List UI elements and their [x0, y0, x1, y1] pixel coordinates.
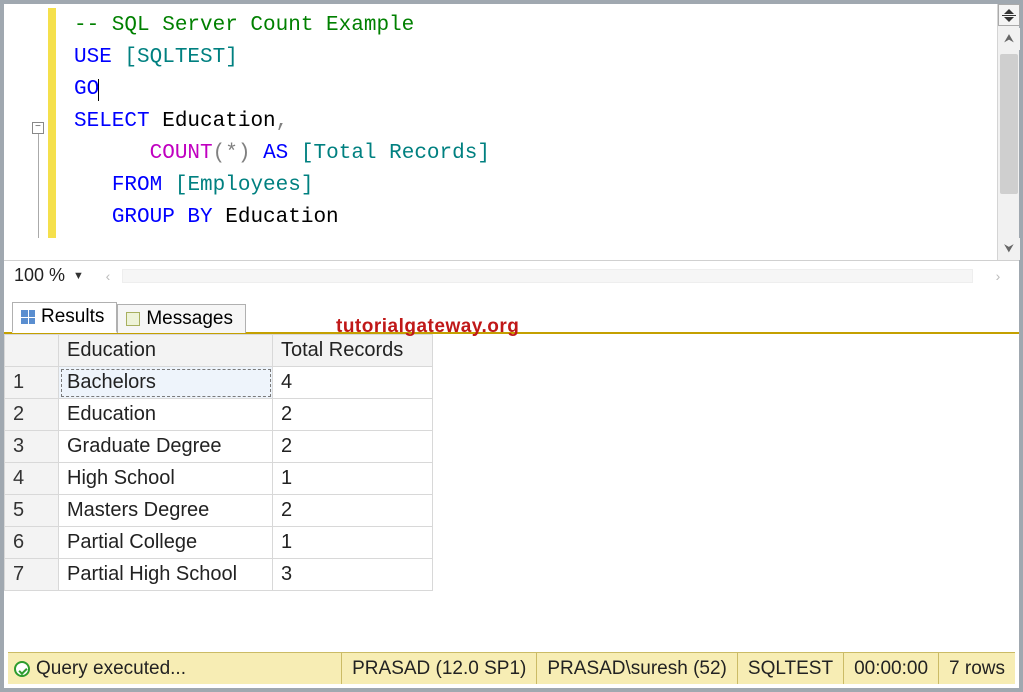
status-exec: Query executed...	[8, 653, 196, 684]
rownum-cell[interactable]: 7	[5, 559, 59, 591]
cell-education[interactable]: Graduate Degree	[59, 431, 273, 463]
cell-education[interactable]: Partial High School	[59, 559, 273, 591]
chevron-down-icon[interactable]: ▼	[73, 270, 84, 282]
tab-messages-label: Messages	[146, 308, 233, 330]
code-fold-toggle[interactable]: −	[32, 122, 44, 134]
kw-go: GO	[74, 78, 99, 101]
hscroll-right-icon[interactable]: ›	[977, 268, 1019, 284]
text-cursor	[98, 79, 99, 101]
kw-select: SELECT	[74, 110, 150, 133]
star: *	[225, 142, 238, 165]
watermark-text: tutorialgateway.org	[336, 316, 519, 338]
sql-editor[interactable]: -- SQL Server Count Example USE [SQLTEST…	[64, 4, 997, 260]
code-fold-line	[38, 134, 39, 238]
cell-education[interactable]: Bachelors	[59, 367, 273, 399]
editor-gutter: −	[4, 4, 64, 260]
table-row[interactable]: 5 Masters Degree 2	[5, 495, 433, 527]
status-time: 00:00:00	[843, 653, 938, 684]
cell-total[interactable]: 1	[273, 527, 433, 559]
col-header-total[interactable]: Total Records	[273, 335, 433, 367]
rparen: )	[238, 142, 251, 165]
kw-groupby: GROUP BY	[112, 206, 213, 229]
sql-comment: -- SQL Server Count Example	[74, 14, 414, 37]
split-pane-icon[interactable]	[998, 4, 1020, 26]
col-header-education[interactable]: Education	[59, 335, 273, 367]
results-grid[interactable]: Education Total Records 1 Bachelors 4 2 …	[4, 334, 433, 591]
status-rows: 7 rows	[938, 653, 1015, 684]
group-col: Education	[213, 206, 339, 229]
from-table: [Employees]	[175, 174, 314, 197]
ssms-window: − -- SQL Server Count Example USE [SQLTE…	[0, 0, 1023, 692]
success-icon	[14, 661, 30, 677]
cell-total[interactable]: 3	[273, 559, 433, 591]
cell-total[interactable]: 2	[273, 399, 433, 431]
cell-education[interactable]: Education	[59, 399, 273, 431]
kw-as: AS	[263, 142, 288, 165]
editor-horizontal-scrollbar[interactable]	[122, 269, 973, 283]
rownum-cell[interactable]: 2	[5, 399, 59, 431]
cell-total[interactable]: 2	[273, 431, 433, 463]
sql-editor-pane: − -- SQL Server Count Example USE [SQLTE…	[4, 4, 1019, 260]
zoom-hscroll-row: 100 % ▼ ‹ ›	[4, 260, 1019, 290]
status-server: PRASAD (12.0 SP1)	[341, 653, 536, 684]
grid-icon	[21, 310, 35, 324]
cell-total[interactable]: 4	[273, 367, 433, 399]
editor-vertical-scrollbar[interactable]: ⮝ ⮟	[997, 4, 1019, 260]
alias: [Total Records]	[301, 142, 490, 165]
db-name: [SQLTEST]	[124, 46, 237, 69]
rownum-cell[interactable]: 4	[5, 463, 59, 495]
table-row[interactable]: 2 Education 2	[5, 399, 433, 431]
kw-use: USE	[74, 46, 112, 69]
kw-from: FROM	[112, 174, 162, 197]
hscroll-left-icon[interactable]: ‹	[98, 268, 118, 284]
scroll-thumb[interactable]	[1000, 54, 1018, 194]
cell-total[interactable]: 2	[273, 495, 433, 527]
rownum-cell[interactable]: 5	[5, 495, 59, 527]
status-exec-label: Query executed...	[36, 658, 186, 680]
table-row[interactable]: 4 High School 1	[5, 463, 433, 495]
messages-icon	[126, 312, 140, 326]
cell-total[interactable]: 1	[273, 463, 433, 495]
lparen: (	[213, 142, 226, 165]
status-db: SQLTEST	[737, 653, 843, 684]
status-bar: Query executed... PRASAD (12.0 SP1) PRAS…	[8, 652, 1015, 684]
header-row: Education Total Records	[5, 335, 433, 367]
table-row[interactable]: 1 Bachelors 4	[5, 367, 433, 399]
cell-education[interactable]: High School	[59, 463, 273, 495]
comma: ,	[276, 110, 289, 133]
rownum-cell[interactable]: 6	[5, 527, 59, 559]
zoom-dropdown[interactable]: 100 %	[4, 265, 69, 286]
status-user: PRASAD\suresh (52)	[536, 653, 737, 684]
fn-count: COUNT	[150, 142, 213, 165]
execution-highlight-bar	[48, 8, 56, 238]
table-row[interactable]: 3 Graduate Degree 2	[5, 431, 433, 463]
scroll-up-icon[interactable]: ⮝	[998, 28, 1020, 50]
tab-results-label: Results	[41, 306, 104, 328]
scroll-down-icon[interactable]: ⮟	[998, 238, 1020, 260]
rownum-cell[interactable]: 3	[5, 431, 59, 463]
select-col: Education	[150, 110, 276, 133]
table-row[interactable]: 6 Partial College 1	[5, 527, 433, 559]
rownum-header[interactable]	[5, 335, 59, 367]
tab-results[interactable]: Results	[12, 302, 117, 333]
cell-education[interactable]: Partial College	[59, 527, 273, 559]
tab-messages[interactable]: Messages	[117, 304, 246, 333]
results-grid-wrap: Education Total Records 1 Bachelors 4 2 …	[4, 334, 1019, 634]
rownum-cell[interactable]: 1	[5, 367, 59, 399]
cell-education[interactable]: Masters Degree	[59, 495, 273, 527]
table-row[interactable]: 7 Partial High School 3	[5, 559, 433, 591]
